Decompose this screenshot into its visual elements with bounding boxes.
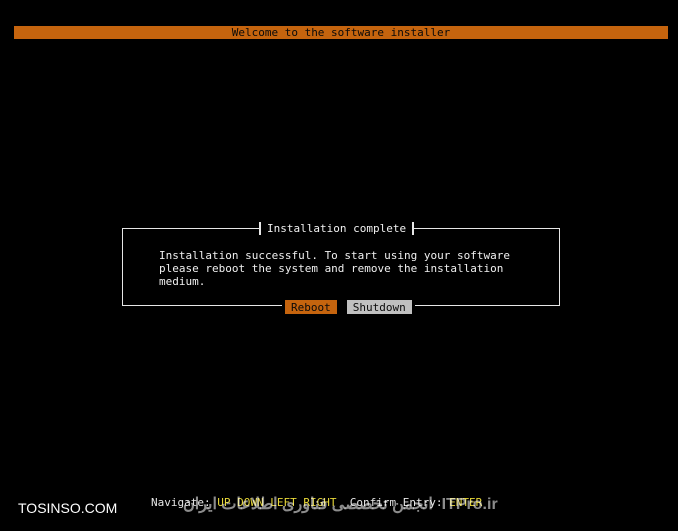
dialog-message: Installation successful. To start using …	[159, 249, 510, 288]
dialog-button-row: Reboot Shutdown	[282, 300, 415, 314]
installer-title-bar: Welcome to the software installer	[14, 26, 668, 39]
installation-complete-dialog: Installation complete Installation succe…	[122, 222, 560, 314]
reboot-button[interactable]: Reboot	[285, 300, 337, 314]
itpro-watermark: انجمن تخصصی فناوری اطلاعات ایران ITPro.i…	[183, 496, 498, 513]
dialog-title: Installation complete	[259, 222, 415, 235]
shutdown-button[interactable]: Shutdown	[346, 300, 412, 314]
tosinso-watermark: TOSINSO.COM	[18, 500, 118, 516]
